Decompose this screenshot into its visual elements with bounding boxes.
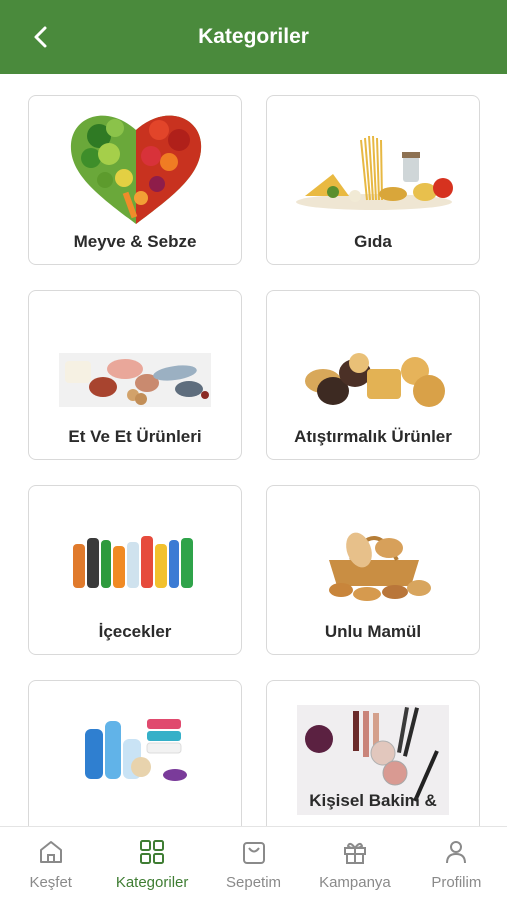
category-card-beverages[interactable]: İçecekler: [28, 485, 242, 655]
bread-basket-image: [329, 532, 431, 601]
page-title: Kategoriler: [198, 25, 309, 48]
tab-label: Sepetim: [226, 874, 282, 891]
gift-icon: [343, 842, 366, 864]
tab-kampanya[interactable]: Kampanya: [304, 827, 405, 900]
category-label: Gıda: [354, 232, 392, 251]
category-label: İçecekler: [98, 622, 172, 641]
pasta-groceries-image: [296, 135, 453, 210]
tab-label: Kategoriler: [115, 874, 189, 891]
tab-label: Kampanya: [319, 874, 391, 891]
category-card-meat[interactable]: Et Ve Et Ürünleri: [28, 290, 242, 460]
tab-profilim[interactable]: Profilim: [406, 827, 507, 900]
meat-fish-image: [59, 353, 211, 407]
tab-label: Keşfet: [29, 874, 72, 891]
category-label: Meyve & Sebze: [73, 232, 197, 251]
category-card-personal-care[interactable]: Kişisel Bakim &: [266, 680, 480, 826]
category-card-bakery[interactable]: Unlu Mamül: [266, 485, 480, 655]
chevron-left-icon: [34, 26, 47, 48]
category-label: Unlu Mamül: [324, 622, 422, 641]
back-button[interactable]: [24, 20, 58, 54]
category-label: Atıştırmalık Ürünler: [294, 427, 452, 446]
category-grid[interactable]: Meyve & Sebze Gıda Et Ve Et Ürünleri Atı…: [0, 74, 507, 826]
beverage-bottles-image: [73, 536, 193, 588]
grid-icon: [140, 840, 165, 864]
tab-kesfet[interactable]: Keşfet: [0, 827, 101, 900]
category-card-cleaning[interactable]: [28, 680, 242, 826]
category-label: Et Ve Et Ürünleri: [68, 427, 202, 446]
bag-icon: [242, 842, 265, 864]
home-icon: [39, 841, 62, 863]
category-label: [29, 791, 241, 819]
category-label: Kişisel Bakim &: [309, 791, 437, 810]
user-icon: [446, 841, 467, 864]
tab-kategoriler[interactable]: Kategoriler: [101, 827, 202, 900]
category-card-fruit-vegetable[interactable]: Meyve & Sebze: [28, 95, 242, 265]
tab-sepetim[interactable]: Sepetim: [203, 827, 304, 900]
fruit-vegetable-heart-image: [70, 115, 202, 224]
tab-label: Profilim: [431, 874, 482, 891]
bottom-tab-bar: Keşfet Kategoriler Sepetim Kampanya Prof…: [0, 826, 507, 900]
cookies-snacks-image: [305, 353, 445, 407]
category-card-snacks[interactable]: Atıştırmalık Ürünler: [266, 290, 480, 460]
category-card-food[interactable]: Gıda: [266, 95, 480, 265]
app-header: Kategoriler: [0, 0, 507, 74]
